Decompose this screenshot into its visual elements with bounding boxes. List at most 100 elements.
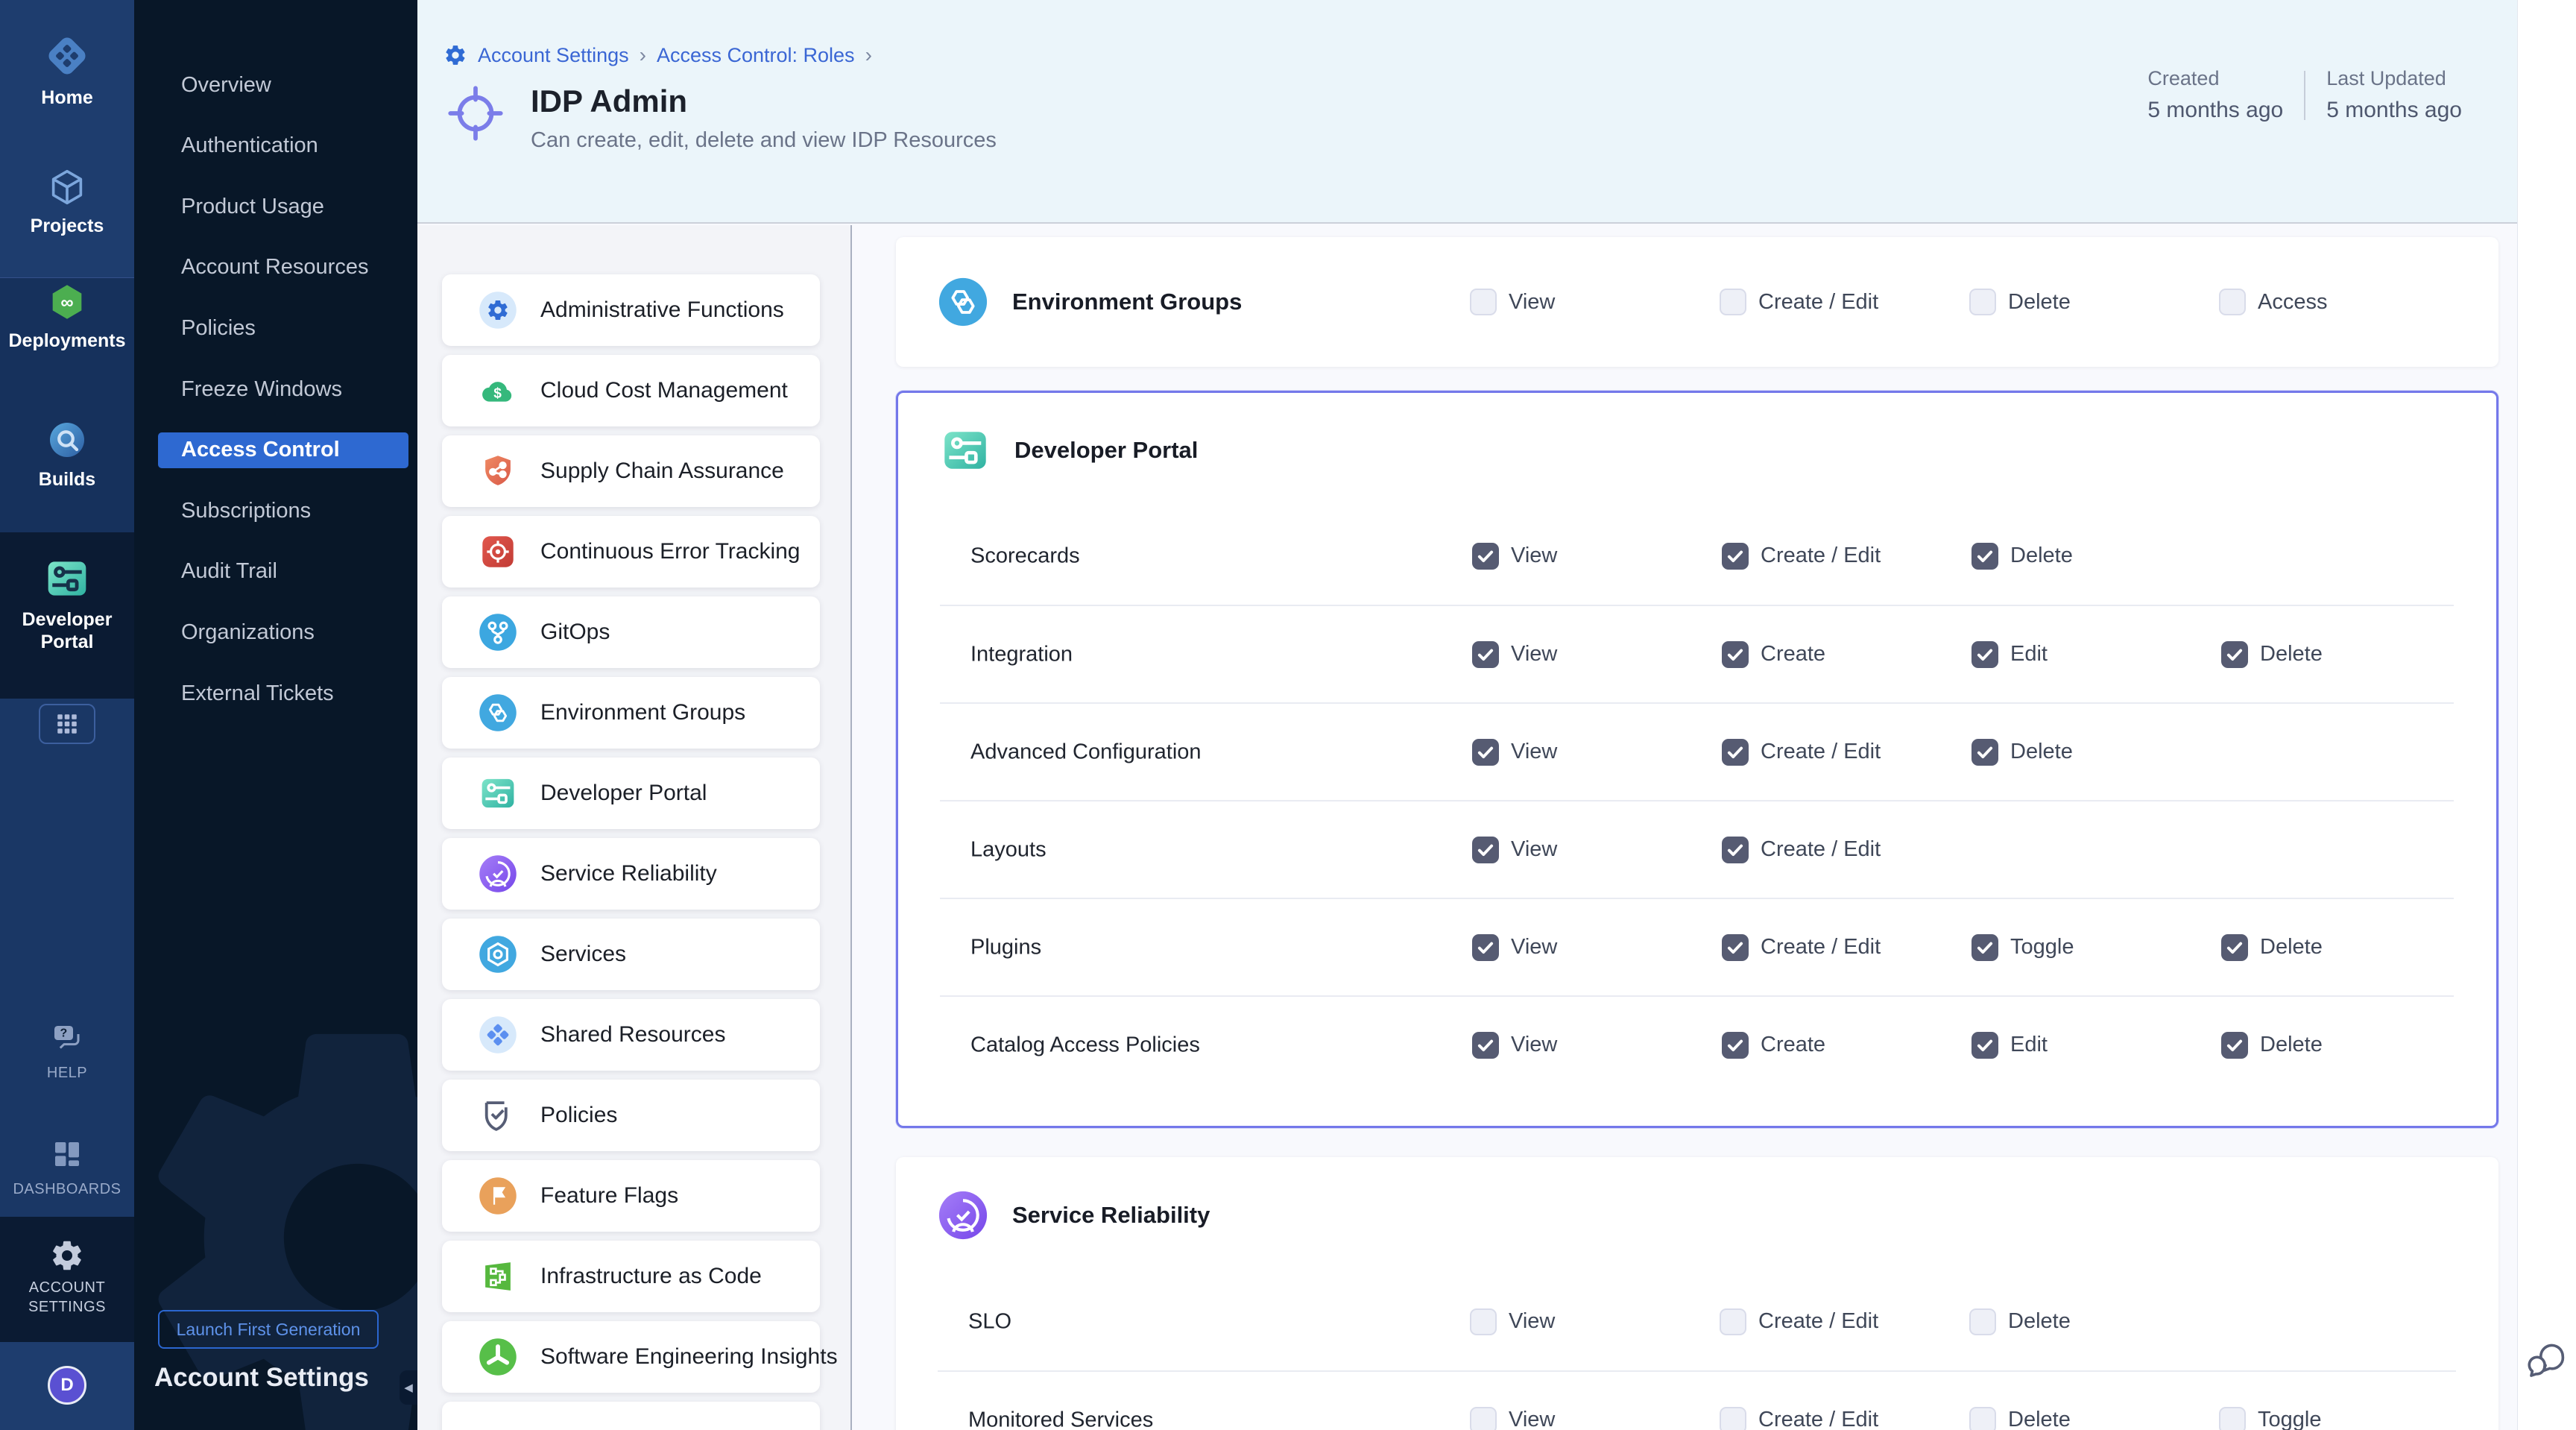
rail-item-dashboards[interactable]: DASHBOARDS: [0, 1136, 134, 1200]
permission-cell: Create / Edit: [1720, 289, 1969, 315]
permission-checkbox-view[interactable]: [1470, 1407, 1497, 1430]
rail-item-deployments[interactable]: ∞ Deployments: [0, 280, 134, 352]
rail-item-projects[interactable]: Projects: [0, 166, 134, 237]
svg-text:∞: ∞: [60, 293, 73, 313]
row-label: Catalog Access Policies: [970, 1033, 1200, 1057]
module-switcher-button[interactable]: [39, 704, 95, 744]
permission-checkbox-create-edit[interactable]: [1720, 1407, 1746, 1430]
row-label: SLO: [968, 1309, 1011, 1334]
resource-category-list: Administrative Functions $Cloud Cost Mana…: [417, 225, 852, 1430]
resource-card-infrastructure-as-code[interactable]: Infrastructure as Code: [442, 1241, 820, 1312]
resource-card-gitops[interactable]: GitOps: [442, 596, 820, 668]
permission-checkbox-delete[interactable]: [2221, 641, 2248, 668]
rail-item-label: HELP: [0, 1062, 134, 1084]
permission-checkbox-view[interactable]: [1472, 641, 1499, 668]
resource-card-policies[interactable]: Policies: [442, 1080, 820, 1151]
settings-nav-item-product-usage[interactable]: Product Usage: [158, 189, 408, 224]
permission-checkbox-view[interactable]: [1470, 1308, 1497, 1335]
resource-card-label: Supply Chain Assurance: [540, 459, 784, 484]
rail-item-help[interactable]: ? HELP: [0, 1020, 134, 1084]
permission-checkbox-toggle[interactable]: [1972, 934, 1998, 961]
permission-checkbox-delete[interactable]: [1969, 1308, 1996, 1335]
settings-nav-item-account-resources[interactable]: Account Resources: [158, 250, 408, 286]
launch-first-generation-button[interactable]: Launch First Generation: [158, 1310, 379, 1349]
rail-item-builds[interactable]: Builds: [0, 418, 134, 491]
permission-checkbox-view[interactable]: [1472, 837, 1499, 863]
role-description: Can create, edit, delete and view IDP Re…: [531, 128, 997, 153]
permission-checkbox-create-edit[interactable]: [1722, 739, 1749, 766]
permission-checkbox-access[interactable]: [2219, 289, 2246, 315]
created-value: 5 months ago: [2147, 98, 2283, 123]
permission-checkbox-view[interactable]: [1472, 543, 1499, 570]
resource-card-services[interactable]: Services: [442, 919, 820, 990]
sidebar-title: Account Settings: [154, 1363, 369, 1393]
resource-card-administrative-functions[interactable]: Administrative Functions: [442, 274, 820, 346]
permission-cell: View: [1472, 934, 1722, 961]
resource-card-continuous-error-tracking[interactable]: Continuous Error Tracking: [442, 516, 820, 588]
permission-checkbox-edit[interactable]: [1972, 1032, 1998, 1059]
resource-card-software-engineering-insights[interactable]: Software Engineering Insights: [442, 1321, 820, 1393]
permission-checkbox-toggle[interactable]: [2219, 1407, 2246, 1430]
permission-checkbox-view[interactable]: [1472, 1032, 1499, 1059]
breadcrumb-link-access-control-roles[interactable]: Access Control: Roles: [657, 44, 855, 67]
sidebar-collapse-button[interactable]: ◀: [400, 1370, 417, 1405]
permission-checkbox-create-edit[interactable]: [1722, 543, 1749, 570]
permission-checkbox-delete[interactable]: [2221, 1032, 2248, 1059]
section-title: Environment Groups: [1012, 289, 1242, 315]
permission-checkbox-create-edit[interactable]: [1720, 1308, 1746, 1335]
sei-icon: [478, 1337, 518, 1377]
permission-checkbox-create-edit[interactable]: [1722, 934, 1749, 961]
permission-checkbox-create-edit[interactable]: [1720, 289, 1746, 315]
page-body: Administrative Functions $Cloud Cost Mana…: [417, 225, 2517, 1430]
rail-item-label: Home: [0, 86, 134, 109]
breadcrumb-link-account-settings[interactable]: Account Settings: [478, 44, 629, 67]
permission-checkbox-delete[interactable]: [2221, 934, 2248, 961]
permission-checkbox-create[interactable]: [1722, 1032, 1749, 1059]
app-root: Home Projects ∞ Deployments Builds Devel…: [0, 0, 2576, 1430]
permission-label: View: [1509, 290, 1555, 315]
resource-card-label: Policies: [540, 1103, 617, 1128]
permission-label: Delete: [2008, 1309, 2071, 1334]
resource-card-partial[interactable]: [442, 1402, 820, 1430]
resource-card-feature-flags[interactable]: Feature Flags: [442, 1160, 820, 1232]
settings-nav-item-authentication[interactable]: Authentication: [158, 128, 408, 164]
permission-checkbox-delete[interactable]: [1969, 289, 1996, 315]
permission-cell: Edit: [1972, 641, 2221, 668]
permission-checkbox-delete[interactable]: [1969, 1407, 1996, 1430]
resource-card-cloud-cost-management[interactable]: $Cloud Cost Management: [442, 355, 820, 426]
permission-checkbox-view[interactable]: [1472, 739, 1499, 766]
settings-nav-item-external-tickets[interactable]: External Tickets: [158, 675, 408, 711]
rail-item-developer-portal[interactable]: Developer Portal: [0, 555, 134, 653]
settings-nav-item-organizations[interactable]: Organizations: [158, 614, 408, 650]
permission-checkbox-delete[interactable]: [1972, 543, 1998, 570]
resource-card-service-reliability[interactable]: Service Reliability: [442, 838, 820, 910]
settings-nav-item-policies[interactable]: Policies: [158, 310, 408, 346]
permission-checkbox-delete[interactable]: [1972, 739, 1998, 766]
support-chat-icon[interactable]: [2525, 1339, 2569, 1382]
rail-item-home[interactable]: Home: [0, 31, 134, 109]
resource-card-shared-resources[interactable]: Shared Resources: [442, 999, 820, 1071]
role-meta: Created 5 months ago Last Updated 5 mont…: [2127, 67, 2483, 123]
permission-checkbox-view[interactable]: [1472, 934, 1499, 961]
settings-nav-item-subscriptions[interactable]: Subscriptions: [158, 493, 408, 529]
settings-nav-item-freeze-windows[interactable]: Freeze Windows: [158, 371, 408, 407]
resource-card-supply-chain-assurance[interactable]: Supply Chain Assurance: [442, 435, 820, 507]
resource-card-developer-portal[interactable]: Developer Portal: [442, 757, 820, 829]
resource-card-label: Cloud Cost Management: [540, 378, 788, 403]
settings-nav-item-access-control[interactable]: Access Control: [158, 432, 408, 468]
permission-row-layouts: LayoutsViewCreate / Edit: [940, 800, 2454, 898]
permission-checkbox-edit[interactable]: [1972, 641, 1998, 668]
settings-nav-item-overview[interactable]: Overview: [158, 67, 408, 103]
permission-checkbox-view[interactable]: [1470, 289, 1497, 315]
rail-item-account-settings[interactable]: ACCOUNT SETTINGS: [0, 1238, 134, 1317]
permission-label: Create: [1761, 1033, 1825, 1057]
builds-icon: [45, 418, 89, 462]
permission-checkbox-create-edit[interactable]: [1722, 837, 1749, 863]
permission-section-developer-portal[interactable]: Developer PortalScorecardsViewCreate / E…: [896, 391, 2498, 1128]
user-avatar[interactable]: D: [48, 1366, 86, 1405]
permission-group: ViewCreate / EditDeleteAccess: [1470, 237, 2469, 367]
settings-nav-item-audit-trail[interactable]: Audit Trail: [158, 554, 408, 590]
dev-portal-icon: [478, 773, 518, 813]
permission-checkbox-create[interactable]: [1722, 641, 1749, 668]
resource-card-environment-groups[interactable]: Environment Groups: [442, 677, 820, 749]
